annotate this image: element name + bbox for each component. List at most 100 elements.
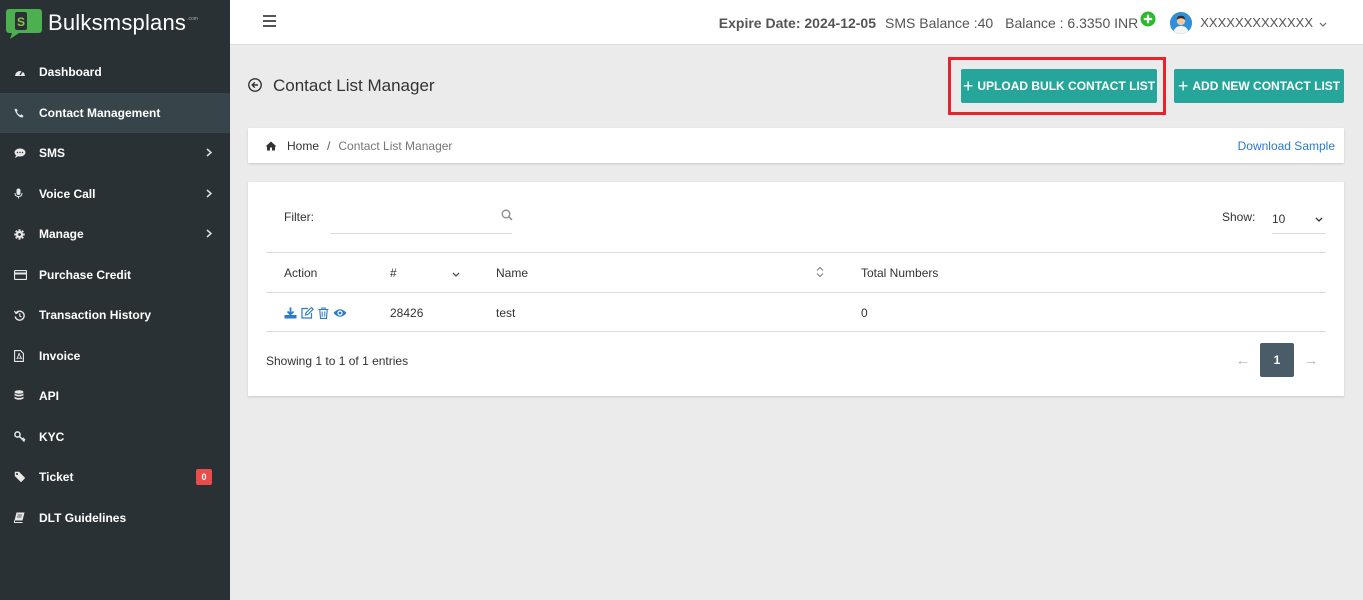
filter-input[interactable] bbox=[330, 204, 512, 234]
table-header-row: Action # Name Total Numbers bbox=[266, 252, 1326, 292]
brand-suffix: .com bbox=[187, 15, 198, 22]
add-new-contact-list-button[interactable]: + ADD NEW CONTACT LIST bbox=[1174, 69, 1344, 103]
entries-info: Showing 1 to 1 of 1 entries bbox=[266, 354, 409, 368]
chevron-down-icon bbox=[1315, 212, 1323, 226]
brand[interactable]: S Bulksmsplans .com bbox=[0, 0, 230, 45]
book-icon bbox=[14, 512, 34, 524]
column-header-number[interactable]: # bbox=[390, 253, 397, 293]
delete-icon[interactable] bbox=[318, 307, 329, 319]
breadcrumb-separator: / bbox=[327, 138, 331, 153]
sidebar-item-label: API bbox=[39, 389, 60, 404]
add-balance-icon[interactable] bbox=[1140, 11, 1156, 30]
view-icon[interactable] bbox=[333, 308, 347, 318]
dashboard-icon bbox=[14, 67, 34, 77]
pagination-next[interactable]: → bbox=[1296, 352, 1326, 369]
sms-balance: SMS Balance :40 bbox=[885, 14, 994, 31]
chevron-down-icon bbox=[1319, 15, 1327, 31]
credit-card-icon bbox=[14, 269, 34, 280]
upload-bulk-contact-list-button[interactable]: + UPLOAD BULK CONTACT LIST bbox=[961, 69, 1157, 103]
sidebar-item-label: Transaction History bbox=[39, 308, 152, 323]
breadcrumb-home-label: Home bbox=[287, 138, 320, 153]
plus-icon: + bbox=[962, 76, 974, 96]
sidebar-item-contact-management[interactable]: Contact Management bbox=[0, 92, 230, 133]
contact-list-table: Action # Name Total Numbers 28426 test 0 bbox=[266, 252, 1326, 332]
page-title: Contact List Manager bbox=[273, 76, 435, 95]
expire-date: Expire Date: 2024-12-05 bbox=[718, 14, 876, 31]
username: XXXXXXXXXXXXX bbox=[1200, 15, 1313, 30]
download-icon[interactable] bbox=[284, 307, 297, 319]
home-icon bbox=[265, 141, 277, 150]
sidebar-item-label: KYC bbox=[39, 429, 65, 444]
plus-icon: + bbox=[1177, 76, 1189, 96]
avatar bbox=[1170, 11, 1193, 34]
topbar: Expire Date: 2024-12-05 SMS Balance :40 … bbox=[230, 0, 1363, 45]
ticket-icon bbox=[14, 471, 34, 483]
breadcrumb: Home / Contact List Manager Download Sam… bbox=[248, 128, 1344, 163]
sidebar-item-sms[interactable]: SMS bbox=[0, 133, 230, 174]
sidebar-item-ticket[interactable]: Ticket 0 bbox=[0, 457, 230, 498]
sidebar-item-invoice[interactable]: Invoice bbox=[0, 336, 230, 377]
account-summary: Expire Date: 2024-12-05 SMS Balance :40 … bbox=[719, 0, 1327, 45]
svg-text:S: S bbox=[17, 15, 25, 29]
column-header-name[interactable]: Name bbox=[496, 253, 528, 293]
add-button-label: ADD NEW CONTACT LIST bbox=[1192, 79, 1341, 93]
user-menu[interactable]: XXXXXXXXXXXXX bbox=[1170, 11, 1327, 34]
phone-icon bbox=[14, 108, 34, 118]
database-icon bbox=[14, 390, 34, 402]
menu-icon[interactable] bbox=[262, 14, 277, 28]
sidebar-item-label: Voice Call bbox=[39, 186, 96, 201]
page-size-select[interactable]: 10 bbox=[1272, 204, 1326, 234]
sidebar-item-label: Dashboard bbox=[39, 65, 102, 80]
back-arrow-icon[interactable] bbox=[248, 77, 262, 95]
filter-label: Filter: bbox=[284, 210, 314, 224]
breadcrumb-current: Contact List Manager bbox=[338, 138, 453, 153]
sidebar-item-kyc[interactable]: KYC bbox=[0, 417, 230, 458]
sidebar-item-label: Manage bbox=[39, 227, 84, 242]
sidebar-item-label: Invoice bbox=[39, 348, 81, 363]
table-row: 28426 test 0 bbox=[266, 292, 1326, 332]
download-sample-link[interactable]: Download Sample bbox=[1238, 139, 1335, 153]
gear-icon bbox=[14, 229, 34, 240]
sidebar-item-purchase-credit[interactable]: Purchase Credit bbox=[0, 255, 230, 296]
ticket-count-badge: 0 bbox=[196, 469, 212, 486]
row-name: test bbox=[496, 306, 516, 320]
chevron-right-icon bbox=[206, 187, 213, 201]
key-icon bbox=[14, 431, 34, 443]
sidebar-item-dashboard[interactable]: Dashboard bbox=[0, 52, 230, 93]
search-icon[interactable] bbox=[501, 209, 513, 224]
pagination-prev[interactable]: ← bbox=[1228, 352, 1258, 369]
sidebar-item-label: Contact Management bbox=[39, 105, 161, 120]
page-header: Contact List Manager bbox=[248, 72, 435, 100]
chevron-right-icon bbox=[206, 146, 213, 160]
brand-name: Bulksmsplans bbox=[48, 9, 187, 35]
column-header-action: Action bbox=[284, 266, 318, 280]
upload-button-label: UPLOAD BULK CONTACT LIST bbox=[977, 79, 1156, 93]
pagination-page[interactable]: 1 bbox=[1260, 343, 1294, 377]
chat-icon bbox=[14, 148, 34, 159]
sort-icon[interactable] bbox=[816, 266, 824, 281]
brand-logo-icon: S bbox=[6, 6, 44, 40]
sidebar-item-api[interactable]: API bbox=[0, 376, 230, 417]
sidebar: S Bulksmsplans .com Dashboard Contact Ma… bbox=[0, 0, 230, 600]
sidebar-item-label: Ticket bbox=[39, 470, 74, 485]
sidebar-item-label: SMS bbox=[39, 146, 66, 161]
invoice-icon bbox=[14, 349, 34, 362]
balance: Balance : 6.3350 INR bbox=[1005, 14, 1139, 31]
sidebar-nav: Dashboard Contact Management SMS Voice C… bbox=[0, 52, 230, 538]
sidebar-item-voice-call[interactable]: Voice Call bbox=[0, 174, 230, 215]
sort-desc-icon[interactable] bbox=[452, 267, 460, 281]
sidebar-item-dlt-guidelines[interactable]: DLT Guidelines bbox=[0, 498, 230, 539]
row-id: 28426 bbox=[390, 306, 424, 320]
history-icon bbox=[14, 310, 34, 321]
edit-icon[interactable] bbox=[301, 307, 314, 319]
breadcrumb-home[interactable]: Home bbox=[265, 139, 319, 153]
page-size-value: 10 bbox=[1272, 211, 1286, 226]
sidebar-item-label: Purchase Credit bbox=[39, 267, 132, 282]
contact-list-table-card: Filter: Show: 10 Action # Name Total Num… bbox=[248, 182, 1344, 396]
sidebar-item-transaction-history[interactable]: Transaction History bbox=[0, 295, 230, 336]
row-total-numbers: 0 bbox=[861, 306, 868, 320]
sidebar-item-manage[interactable]: Manage bbox=[0, 214, 230, 255]
microphone-icon bbox=[14, 188, 34, 199]
pagination: ← 1 → bbox=[1228, 343, 1326, 377]
show-label: Show: bbox=[1222, 210, 1256, 224]
